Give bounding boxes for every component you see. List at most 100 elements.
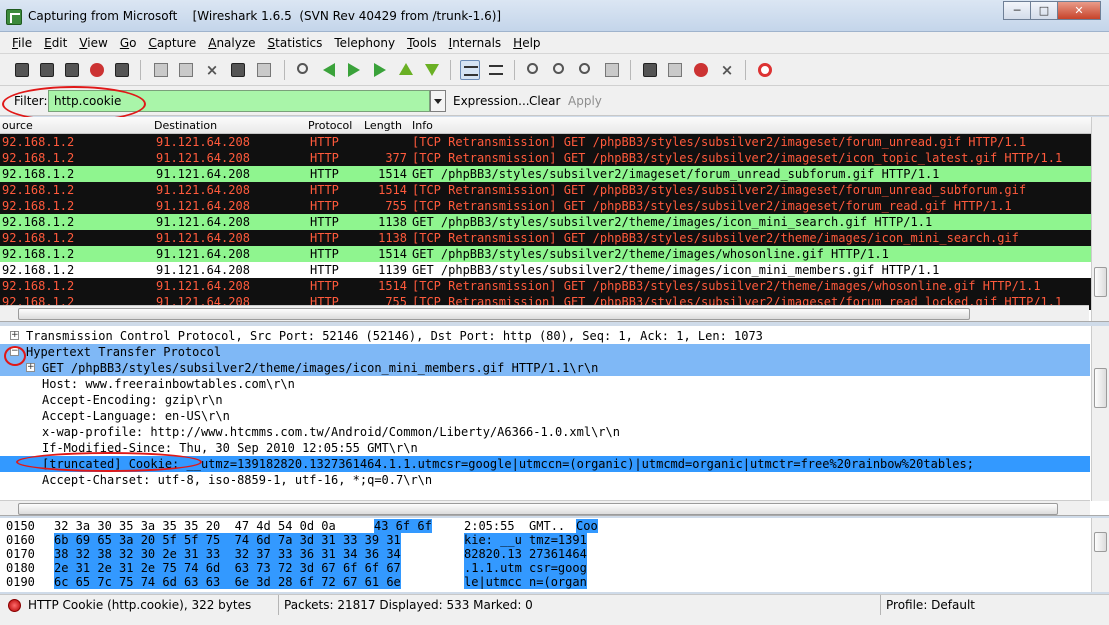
detail-tree-item[interactable]: Accept-Charset: utf-8, iso-8859-1, utf-1… bbox=[0, 472, 1090, 488]
status-profile[interactable]: Profile: Default bbox=[886, 598, 975, 612]
packet-row[interactable]: 92.168.1.2 91.121.64.208 HTTP 1514 GET /phpB… bbox=[0, 166, 1109, 182]
hex-bytes-highlighted[interactable]: 6c 65 7c 75 74 6d 63 63 6e 3d 28 6f 72 6… bbox=[54, 575, 401, 589]
close-button[interactable]: ✕ bbox=[1057, 1, 1101, 20]
help-button[interactable] bbox=[755, 60, 775, 80]
detail-tree-item[interactable]: [truncated] Cookie: __utmz=139182820.132… bbox=[0, 456, 1090, 472]
menu-item[interactable]: Help bbox=[507, 36, 546, 50]
packet-row[interactable]: 92.168.1.2 91.121.64.208 HTTP 1514 [TCP Retr… bbox=[0, 182, 1109, 198]
last-button[interactable] bbox=[422, 60, 442, 80]
menu-item[interactable]: Internals bbox=[443, 36, 508, 50]
coloring-rules-button[interactable] bbox=[691, 60, 711, 80]
details-vscroll-thumb[interactable] bbox=[1094, 368, 1107, 408]
close-file-button[interactable]: × bbox=[202, 60, 222, 80]
autoscroll-button[interactable] bbox=[486, 60, 506, 80]
display-filter-input[interactable]: http.cookie bbox=[48, 90, 430, 112]
ascii-bytes-highlighted[interactable]: .1.1.utm csr=goog bbox=[464, 561, 587, 575]
collapse-icon[interactable]: − bbox=[10, 347, 19, 356]
first-button[interactable] bbox=[396, 60, 416, 80]
capture-filter-button[interactable] bbox=[640, 60, 660, 80]
hex-bytes-highlighted[interactable]: 43 6f 6f bbox=[374, 519, 432, 533]
vscroll-thumb[interactable] bbox=[1094, 267, 1107, 297]
restart-button[interactable] bbox=[112, 60, 132, 80]
packet-row[interactable]: 92.168.1.2 91.121.64.208 HTTP 1138 [TCP Retr… bbox=[0, 230, 1109, 246]
bytes-vscrollbar[interactable] bbox=[1091, 518, 1109, 592]
packet-row[interactable]: 92.168.1.2 91.121.64.208 HTTP 1138 GET /phpB… bbox=[0, 214, 1109, 230]
packet-list-hscrollbar[interactable] bbox=[0, 305, 1089, 321]
hex-bytes-highlighted[interactable]: 38 32 38 32 30 2e 31 33 32 37 33 36 31 3… bbox=[54, 547, 401, 561]
menu-item[interactable]: Statistics bbox=[262, 36, 329, 50]
hex-bytes-highlighted[interactable]: 6b 69 65 3a 20 5f 5f 75 74 6d 7a 3d 31 3… bbox=[54, 533, 401, 547]
menu-item[interactable]: Go bbox=[114, 36, 143, 50]
packet-row[interactable]: 92.168.1.2 91.121.64.208 HTTP 377 [TCP Retra… bbox=[0, 150, 1109, 166]
reload-button[interactable] bbox=[228, 60, 248, 80]
column-header-info[interactable]: Info bbox=[412, 119, 433, 132]
detail-tree-item[interactable]: Accept-Language: en-US\r\n bbox=[0, 408, 1090, 424]
column-header-length[interactable]: Length bbox=[364, 119, 402, 132]
expand-icon[interactable]: + bbox=[26, 363, 35, 372]
menu-item[interactable]: Edit bbox=[38, 36, 73, 50]
hex-offset[interactable]: 0160 bbox=[6, 533, 35, 547]
filter-history-dropdown[interactable] bbox=[430, 90, 446, 112]
column-header-source[interactable]: ource bbox=[2, 119, 33, 132]
menu-item[interactable]: Capture bbox=[142, 36, 202, 50]
display-filter-button[interactable] bbox=[665, 60, 685, 80]
ascii-bytes-highlighted[interactable]: Coo bbox=[576, 519, 598, 533]
save-button[interactable] bbox=[176, 60, 196, 80]
hex-offset[interactable]: 0180 bbox=[6, 561, 35, 575]
interfaces-button[interactable] bbox=[12, 60, 32, 80]
packet-row[interactable]: 92.168.1.2 91.121.64.208 HTTP 1514 GET /phpB… bbox=[0, 246, 1109, 262]
zoom-out-button[interactable] bbox=[550, 60, 570, 80]
hex-bytes-highlighted[interactable]: 2e 31 2e 31 2e 75 74 6d 63 73 72 3d 67 6… bbox=[54, 561, 401, 575]
apply-filter-button[interactable]: Apply bbox=[568, 94, 602, 108]
menu-item[interactable]: Analyze bbox=[202, 36, 261, 50]
hex-offset[interactable]: 0170 bbox=[6, 547, 35, 561]
clear-filter-button[interactable]: Clear bbox=[529, 94, 560, 108]
ascii-bytes[interactable]: 2:05:55 GMT.. bbox=[464, 519, 565, 533]
resize-columns-button[interactable] bbox=[602, 60, 622, 80]
details-hscroll-thumb[interactable] bbox=[18, 503, 1058, 515]
detail-tree-item[interactable]: − Hypertext Transfer Protocol bbox=[0, 344, 1090, 360]
packet-row[interactable]: 92.168.1.2 91.121.64.208 HTTP 1139 GET /phpB… bbox=[0, 262, 1109, 278]
hscroll-thumb[interactable] bbox=[18, 308, 970, 320]
bytes-vscroll-thumb[interactable] bbox=[1094, 532, 1107, 552]
menu-item[interactable]: View bbox=[73, 36, 113, 50]
back-button[interactable] bbox=[319, 60, 339, 80]
ascii-bytes-highlighted[interactable]: le|utmcc n=(organ bbox=[464, 575, 587, 589]
options-button[interactable] bbox=[37, 60, 57, 80]
detail-tree-item[interactable]: Host: www.freerainbowtables.com\r\n bbox=[0, 376, 1090, 392]
menu-item[interactable]: File bbox=[6, 36, 38, 50]
packet-row[interactable]: 92.168.1.2 91.121.64.208 HTTP [TCP Retransm… bbox=[0, 134, 1109, 150]
details-hscrollbar[interactable] bbox=[0, 500, 1090, 515]
hex-bytes[interactable]: 32 3a 30 35 3a 35 35 20 47 4d 54 0d 0a bbox=[54, 519, 343, 533]
print-button[interactable] bbox=[254, 60, 274, 80]
menu-item[interactable]: Tools bbox=[401, 36, 443, 50]
detail-tree-item[interactable]: + GET /phpBB3/styles/subsilver2/theme/ima… bbox=[0, 360, 1090, 376]
open-button[interactable] bbox=[151, 60, 171, 80]
preferences-button[interactable]: × bbox=[717, 60, 737, 80]
find-button[interactable] bbox=[294, 60, 314, 80]
ascii-bytes-highlighted[interactable]: kie: __u tmz=1391 bbox=[464, 533, 587, 547]
zoom-normal-button[interactable] bbox=[576, 60, 596, 80]
details-vscrollbar[interactable] bbox=[1091, 326, 1109, 501]
column-header-protocol[interactable]: Protocol bbox=[308, 119, 352, 132]
forward-button[interactable] bbox=[344, 60, 364, 80]
maximize-button[interactable]: □ bbox=[1030, 1, 1058, 20]
expand-icon[interactable]: + bbox=[10, 331, 19, 340]
start-button[interactable] bbox=[62, 60, 82, 80]
stop-button[interactable] bbox=[87, 60, 107, 80]
packet-row[interactable]: 92.168.1.2 91.121.64.208 HTTP 1514 [TCP Retr… bbox=[0, 278, 1109, 294]
expert-info-icon[interactable] bbox=[8, 599, 21, 612]
hex-offset[interactable]: 0190 bbox=[6, 575, 35, 589]
colorize-button[interactable] bbox=[460, 60, 480, 80]
detail-tree-item[interactable]: If-Modified-Since: Thu, 30 Sep 2010 12:0… bbox=[0, 440, 1090, 456]
goto-button[interactable] bbox=[370, 60, 390, 80]
packet-row[interactable]: 92.168.1.2 91.121.64.208 HTTP 755 [TCP Retra… bbox=[0, 198, 1109, 214]
detail-tree-item[interactable]: x-wap-profile: http://www.htcmms.com.tw/… bbox=[0, 424, 1090, 440]
detail-tree-item[interactable]: Accept-Encoding: gzip\r\n bbox=[0, 392, 1090, 408]
expression-button[interactable]: Expression... bbox=[453, 94, 530, 108]
detail-tree-item[interactable]: + Transmission Control Protocol, Src Port… bbox=[0, 328, 1090, 344]
minimize-button[interactable]: ─ bbox=[1003, 1, 1031, 20]
ascii-bytes-highlighted[interactable]: 82820.13 27361464 bbox=[464, 547, 587, 561]
zoom-in-button[interactable] bbox=[524, 60, 544, 80]
menu-item[interactable]: Telephony bbox=[328, 36, 401, 50]
